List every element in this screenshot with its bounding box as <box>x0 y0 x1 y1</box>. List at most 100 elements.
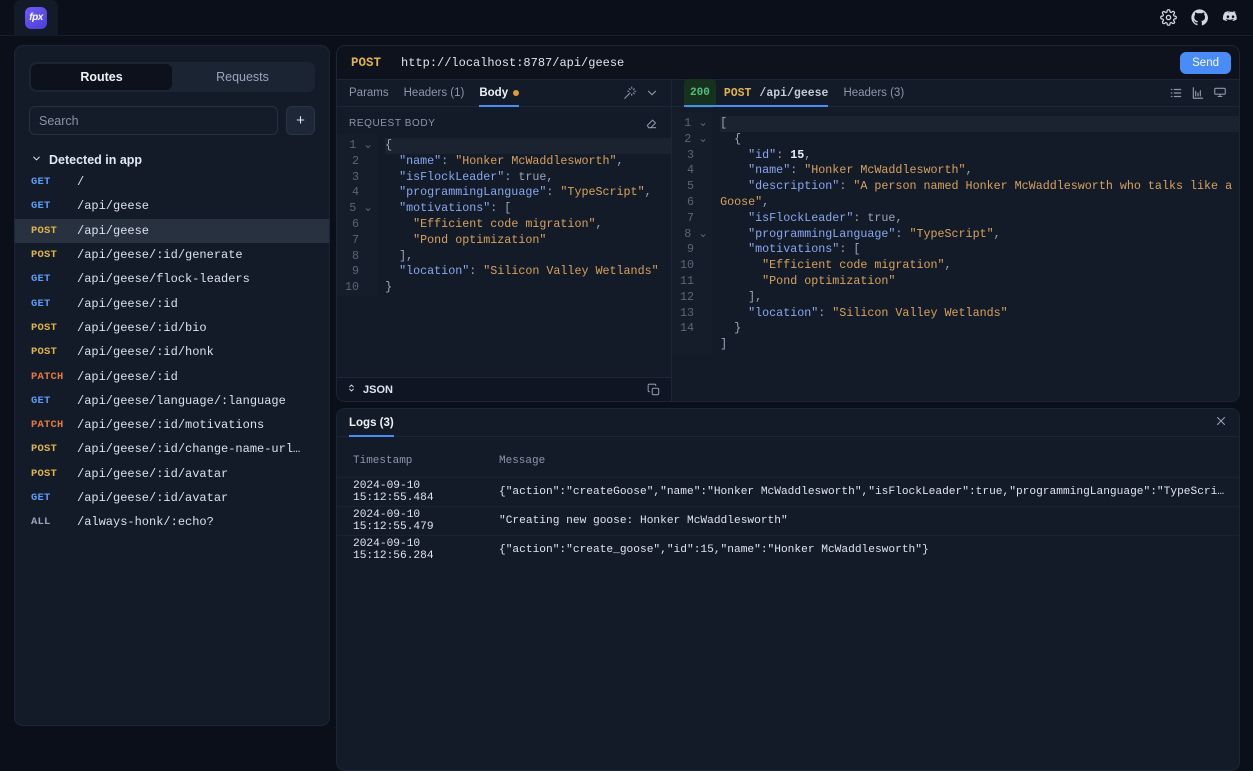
request-method-label[interactable]: POST <box>351 56 381 70</box>
log-row[interactable]: 2024-09-10 15:12:55.484 {"action":"create… <box>337 477 1239 506</box>
logs-table-header: Timestamp Message <box>337 437 1239 477</box>
titlebar-actions <box>1160 9 1239 26</box>
route-path: /api/geese/:id/avatar <box>77 466 229 481</box>
code-line: "name": "Honker McWaddlesworth", <box>399 153 624 168</box>
line-number: 1 ⌄ <box>684 116 709 130</box>
code-line: "isFlockLeader": true, <box>399 169 554 184</box>
add-route-button[interactable]: + <box>286 106 315 135</box>
line-number: 8 <box>352 248 374 263</box>
code-line: "Efficient code migration", <box>413 216 603 231</box>
route-method: GET <box>31 200 51 213</box>
search-input[interactable] <box>29 106 278 135</box>
log-row[interactable]: 2024-09-10 15:12:55.479 "Creating new goo… <box>337 506 1239 535</box>
code-line: "Pond optimization" <box>762 273 896 288</box>
route-path: /api/geese/:id/avatar <box>77 491 229 505</box>
code-line: "name": "Honker McWaddlesworth", <box>748 163 973 178</box>
line-number: 6 <box>352 216 374 231</box>
url-input[interactable]: http://localhost:8787/api/geese <box>401 56 1180 70</box>
route-method: POST <box>31 467 58 480</box>
route-item[interactable]: POST/api/geese/:id/honk <box>15 340 329 364</box>
eraser-icon[interactable] <box>645 116 659 130</box>
line-number: 4 <box>352 185 374 200</box>
tab-logs[interactable]: Logs (3) <box>349 409 394 437</box>
route-item[interactable]: GET/api/geese <box>15 194 329 218</box>
line-number: 2 <box>352 153 374 168</box>
body-format-label[interactable]: JSON <box>363 384 393 396</box>
sort-icon[interactable] <box>347 381 356 399</box>
app-logo-tab[interactable]: fpx <box>14 0 58 36</box>
route-item[interactable]: GET / <box>15 170 329 194</box>
route-item[interactable]: POST/api/geese/:id/avatar <box>15 462 329 486</box>
route-item[interactable]: GET/api/geese/language/:language <box>15 389 329 413</box>
line-number: 8 ⌄ <box>684 226 709 241</box>
tab-response-headers[interactable]: Headers (3) <box>843 80 904 107</box>
response-tabbar: 200 POST /api/geese Headers (3) <box>672 78 1239 108</box>
route-item[interactable]: POST/api/geese/:id/generate <box>15 243 329 267</box>
code-line: "id": 15, <box>748 147 812 162</box>
line-number: 3 <box>687 147 709 162</box>
route-item[interactable]: POST/api/geese/:id/bio <box>15 316 329 340</box>
request-tab-actions <box>623 86 659 100</box>
code-line: "motivations": [ <box>748 242 861 257</box>
tab-requests[interactable]: Requests <box>172 64 313 90</box>
raw-view-icon[interactable] <box>1213 86 1227 100</box>
code-line: "programmingLanguage": "TypeScript", <box>399 185 652 200</box>
line-number: 9 <box>352 264 374 279</box>
route-item[interactable]: POST/api/geese <box>15 218 329 243</box>
tab-response-headers-label: Headers (3) <box>843 86 905 99</box>
gear-icon[interactable] <box>1160 9 1177 26</box>
tab-body[interactable]: Body <box>479 80 520 107</box>
request-body-label: REQUEST BODY <box>349 117 436 129</box>
route-item[interactable]: GET/api/geese/:id/avatar <box>15 486 329 510</box>
route-item[interactable]: GET/api/geese/flock-leaders <box>15 267 329 291</box>
status-badge: 200 <box>684 78 716 108</box>
response-body-editor[interactable]: 1 ⌄ 2 ⌄ 3 4 5 6 7 8 ⌄ 9 10 11 12 13 14 [ { … <box>672 107 1239 401</box>
routes-group-header[interactable]: Detected in app <box>15 153 329 167</box>
route-path: /api/geese/:id/change-name-url… <box>77 442 301 457</box>
chart-view-icon[interactable] <box>1191 86 1205 100</box>
copy-icon[interactable] <box>647 383 661 397</box>
code-line: "description": "A person named Honker Mc… <box>720 179 1239 209</box>
tab-params[interactable]: Params <box>349 80 389 107</box>
route-item[interactable]: ALL/always-honk/:echo? <box>15 510 329 534</box>
logs-table-body: 2024-09-10 15:12:55.484 {"action":"create… <box>337 477 1239 564</box>
route-item[interactable]: PATCH/api/geese/:id/motivations <box>15 413 329 437</box>
route-method: GET <box>31 297 51 310</box>
send-button[interactable]: Send <box>1180 51 1231 74</box>
code-line: ], <box>748 289 763 304</box>
code-line: "location": "Silicon Valley Wetlands" <box>399 264 659 279</box>
routes-group-label: Detected in app <box>49 153 143 167</box>
list-view-icon[interactable] <box>1169 86 1183 100</box>
chevron-down-icon[interactable] <box>645 86 659 100</box>
code-line: ] <box>720 337 728 352</box>
route-list: GET / GET/api/geese POST/api/geese POST/api/… <box>15 170 329 534</box>
tab-headers[interactable]: Headers (1) <box>404 80 465 107</box>
request-code[interactable]: { "name": "Honker McWaddlesworth", "isFl… <box>377 134 671 296</box>
main-area: POST http://localhost:8787/api/geese Sen… <box>336 45 1240 771</box>
route-method: GET <box>31 273 51 286</box>
route-item[interactable]: POST/api/geese/:id/change-name-url… <box>15 437 329 461</box>
discord-icon[interactable] <box>1222 9 1239 26</box>
log-row[interactable]: 2024-09-10 15:12:56.284 {"action":"create… <box>337 535 1239 564</box>
request-pane: Params Headers (1) Body REQUEST BODY 1 ⌄… <box>337 80 672 401</box>
response-method-label: POST <box>723 86 752 100</box>
route-method: POST <box>31 249 58 262</box>
tab-response-body[interactable]: 200 POST /api/geese <box>684 78 829 108</box>
route-item[interactable]: PATCH/api/geese/:id <box>15 364 329 388</box>
response-gutter: 1 ⌄ 2 ⌄ 3 4 5 6 7 8 ⌄ 9 10 11 12 13 14 <box>672 112 713 353</box>
github-icon[interactable] <box>1191 9 1208 26</box>
log-timestamp: 2024-09-10 15:12:56.284 <box>353 538 434 562</box>
response-code[interactable]: [ { "id": 15, "name": "Honker McWaddlesw… <box>712 112 1239 353</box>
logs-tabbar: Logs (3) <box>337 409 1239 437</box>
tab-routes[interactable]: Routes <box>31 64 172 90</box>
magic-wand-icon[interactable] <box>623 86 637 100</box>
line-number: 5 <box>687 179 709 194</box>
close-icon[interactable] <box>1215 415 1227 430</box>
request-body-editor[interactable]: 1 ⌄ 2 3 4 5 ⌄ 6 7 8 9 10 { "name": "Honker… <box>337 134 671 377</box>
route-path: / <box>77 175 85 190</box>
route-path: /always-honk/:echo? <box>77 515 214 530</box>
route-path: /api/geese/flock-leaders <box>77 272 250 287</box>
route-item[interactable]: GET/api/geese/:id <box>15 291 329 315</box>
route-method: POST <box>31 224 58 237</box>
route-method: POST <box>31 443 58 456</box>
